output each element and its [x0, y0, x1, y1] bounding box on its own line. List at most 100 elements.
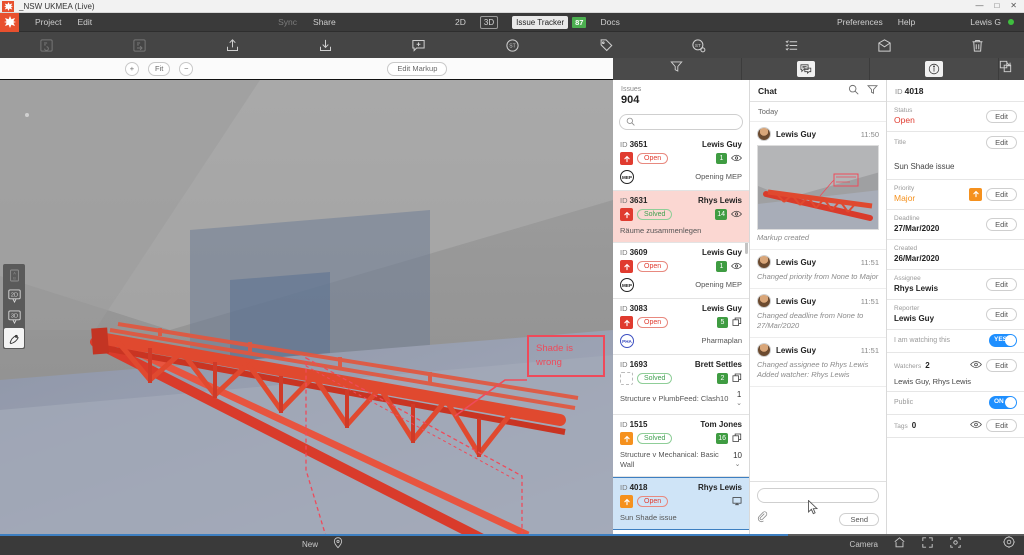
issue-list-item[interactable]: ID 1515 Tom Jones Solved 16 Structure v Mech…: [613, 415, 749, 477]
menu-item-preferences[interactable]: Preferences: [837, 17, 883, 27]
zoom-in-button[interactable]: +: [125, 61, 139, 76]
issue-title: Structure v PlumbFeed: Clash10: [620, 394, 729, 403]
status-settings-icon[interactable]: ST: [652, 32, 745, 58]
eye-icon[interactable]: [731, 154, 742, 164]
add-comment-icon[interactable]: [372, 32, 465, 58]
issue-list-item[interactable]: ID 3609 Lewis Guy Open 1 MEP Opening MEP: [613, 243, 749, 299]
paperclip-icon[interactable]: [757, 510, 769, 528]
tab-2d[interactable]: 2D: [455, 17, 466, 27]
message-image[interactable]: [757, 145, 879, 230]
filter-tab[interactable]: [613, 58, 742, 80]
watchers-edit-button[interactable]: Edit: [986, 359, 1017, 372]
tags-edit-button[interactable]: Edit: [986, 419, 1017, 432]
close-button[interactable]: ✕: [1010, 2, 1017, 10]
send-button[interactable]: Send: [839, 512, 879, 526]
avatar: [757, 294, 771, 308]
issues-list-panel: Issues 904 ID 3651 Lewis Guy Open 1 MEP Openi…: [613, 80, 750, 534]
message-text: Changed priority from None to Major: [757, 272, 879, 281]
home-icon[interactable]: [893, 536, 906, 554]
message-text: Changed assignee to Rhys Lewis Added wat…: [757, 360, 869, 379]
issues-search-box[interactable]: [619, 114, 743, 130]
public-label: Public: [894, 399, 914, 406]
zoom-out-button[interactable]: −: [179, 61, 194, 76]
issues-count: 904: [621, 94, 640, 106]
download-icon[interactable]: [279, 32, 372, 58]
new-button[interactable]: New: [302, 540, 318, 549]
field-value: Sun Shade issue: [894, 162, 955, 171]
tab-issue-tracker[interactable]: Issue Tracker: [512, 15, 569, 29]
svg-text:ST: ST: [509, 43, 515, 49]
edit-button[interactable]: Edit: [986, 109, 1017, 123]
issues-scroll-area[interactable]: ID 3651 Lewis Guy Open 1 MEP Opening MEP ID 36…: [613, 135, 749, 533]
menu-item-edit[interactable]: Edit: [77, 17, 92, 27]
public-toggle[interactable]: ON: [989, 396, 1017, 409]
issue-list-item[interactable]: ID 3651 Lewis Guy Open 1 MEP Opening MEP: [613, 135, 749, 191]
delete-icon[interactable]: [931, 32, 1024, 58]
eye-icon[interactable]: [731, 210, 742, 220]
expand-tab[interactable]: [999, 58, 1024, 80]
priority-badge: [620, 372, 633, 385]
export-revision-icon[interactable]: [93, 32, 186, 58]
markup-text-label[interactable]: Shade is wrong: [527, 335, 605, 377]
tab-3d[interactable]: 3D: [479, 15, 499, 29]
fullscreen-icon[interactable]: [921, 536, 934, 554]
model-3d-viewport[interactable]: Shade is wrong AB 2D 3D: [0, 80, 613, 534]
priority-badge: [620, 208, 633, 221]
chat-message-input[interactable]: [765, 491, 871, 500]
status-row: Status Open Edit: [887, 102, 1024, 132]
ab-compare-icon[interactable]: AB: [4, 265, 24, 285]
edit-markup-button[interactable]: Edit Markup: [387, 61, 448, 76]
clash-icon[interactable]: [732, 373, 742, 385]
edit-button[interactable]: Edit: [986, 136, 1017, 149]
tool-indicator-dot: [25, 113, 29, 117]
status-icon[interactable]: ST: [465, 32, 558, 58]
issue-list-item[interactable]: ID 3631 Rhys Lewis Solved 14 Räume zusammenl…: [613, 191, 749, 243]
chat-message-list[interactable]: Today Lewis Guy 11:50 Markup created Lewis …: [750, 102, 886, 481]
user-name[interactable]: Lewis G: [970, 17, 1001, 27]
menu-item-help[interactable]: Help: [898, 17, 915, 27]
discipline-icon: MEP: [620, 170, 634, 184]
view-2d-icon[interactable]: 2D: [4, 286, 24, 306]
list-settings-icon[interactable]: [745, 32, 838, 58]
upload-icon[interactable]: [186, 32, 279, 58]
watchers-count: 2: [925, 361, 930, 370]
save-revision-icon[interactable]: [0, 32, 93, 58]
tab-docs[interactable]: Docs: [600, 17, 619, 27]
tags-icon[interactable]: [559, 32, 652, 58]
toggle-knob: [1005, 335, 1016, 346]
issue-subcount[interactable]: 10 ⌄: [733, 451, 742, 469]
app-logo-icon[interactable]: [0, 12, 19, 32]
eye-icon[interactable]: [970, 360, 982, 371]
watching-toggle[interactable]: YES: [989, 334, 1017, 347]
eye-icon[interactable]: [970, 420, 982, 431]
issues-search-input[interactable]: [639, 117, 736, 127]
markup-icon[interactable]: [732, 496, 742, 508]
edit-button[interactable]: Edit: [986, 307, 1017, 321]
info-tab[interactable]: [870, 58, 1000, 80]
issue-list-item[interactable]: ID 3083 Lewis Guy Open 5 PHA Pharmaplan: [613, 299, 749, 355]
issue-list-item[interactable]: ID 1693 Brett Settles Solved 2 Structure v P…: [613, 355, 749, 415]
minimize-button[interactable]: —: [975, 2, 983, 10]
clash-icon[interactable]: [732, 433, 742, 445]
search-icon[interactable]: [848, 82, 859, 100]
filter-icon[interactable]: [867, 82, 878, 100]
focus-icon[interactable]: [949, 536, 962, 554]
issue-subcount[interactable]: 1 ⌄: [736, 390, 742, 408]
clash-icon[interactable]: [732, 317, 742, 329]
pin-icon[interactable]: [332, 536, 344, 554]
menu-item-sync[interactable]: Sync: [278, 17, 297, 27]
fit-button[interactable]: Fit: [148, 61, 171, 76]
mail-icon[interactable]: [838, 32, 931, 58]
menu-item-share[interactable]: Share: [313, 17, 336, 27]
maximize-button[interactable]: □: [994, 2, 999, 10]
eye-icon[interactable]: [731, 262, 742, 272]
edit-button[interactable]: Edit: [986, 277, 1017, 291]
edit-button[interactable]: Edit: [986, 217, 1017, 231]
markup-pen-icon[interactable]: [4, 328, 24, 348]
settings-icon[interactable]: [1002, 535, 1016, 554]
chat-tab[interactable]: [742, 58, 871, 80]
edit-button[interactable]: Edit: [986, 187, 1017, 201]
issue-list-item[interactable]: ID 4018 Rhys Lewis Open Sun Shade issue: [613, 477, 749, 530]
view-3d-icon[interactable]: 3D: [4, 307, 24, 327]
menu-item-project[interactable]: Project: [35, 17, 61, 27]
